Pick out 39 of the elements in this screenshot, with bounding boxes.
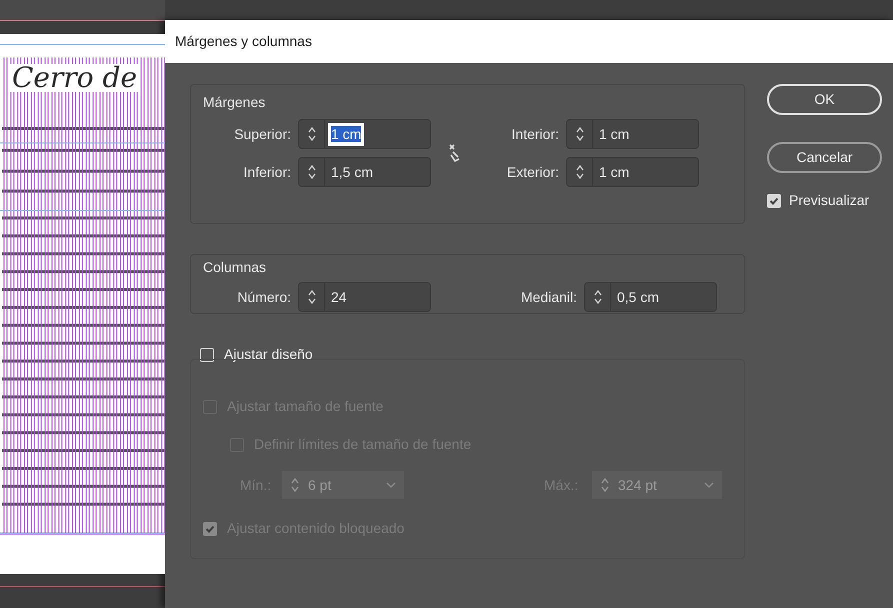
field-value: 1 cm (598, 162, 630, 182)
broken-chain-icon[interactable] (447, 143, 461, 163)
number-field[interactable]: 0,5 cm (584, 282, 717, 312)
spinner-arrows-icon[interactable] (306, 125, 316, 143)
group-label: Márgenes (203, 94, 266, 110)
number-field[interactable]: 24 (298, 282, 431, 312)
dialog-button[interactable]: Cancelar (767, 142, 882, 173)
check-icon (769, 196, 779, 206)
option-label: Previsualizar (789, 191, 870, 210)
spinner-arrows-icon[interactable] (306, 163, 316, 181)
number-field[interactable]: 1 cm (566, 119, 699, 149)
field-label: Número: (236, 288, 291, 306)
dropdown-value: 6 pt (308, 476, 332, 495)
group-label: Columnas (203, 258, 268, 277)
spinner-arrows-icon[interactable] (306, 288, 316, 306)
option-label: Ajustar diseño (224, 345, 313, 364)
check-icon (205, 524, 215, 534)
field-value: 24 (330, 288, 348, 306)
chevron-down-icon (386, 482, 396, 488)
field-value: 1 cm (598, 124, 630, 144)
field-value: 1,5 cm (330, 162, 374, 182)
number-field[interactable]: 1 cm (566, 157, 699, 187)
number-field[interactable]: 1 cm (298, 119, 431, 149)
field-label: Exterior: (506, 162, 559, 182)
field-label: Medianil: (520, 288, 577, 306)
dropdown-value: 324 pt (618, 476, 658, 495)
dialog-button[interactable]: OK (767, 84, 882, 115)
spinner-arrows-icon[interactable] (592, 288, 602, 306)
field-value: 1 cm (328, 122, 364, 146)
document-title: Cerro de (10, 64, 140, 92)
number-field[interactable]: 1,5 cm (298, 157, 431, 187)
spinner-arrows-icon[interactable] (574, 163, 584, 181)
spinner-arrows-icon[interactable] (574, 125, 584, 143)
field-label: Interior: (510, 124, 559, 144)
field-value: 0,5 cm (616, 288, 660, 306)
dialog-title: Márgenes y columnas (175, 32, 312, 51)
field-label: Inferior: (242, 162, 291, 182)
field-label: Superior: (233, 124, 291, 144)
chevron-down-icon (704, 482, 714, 488)
